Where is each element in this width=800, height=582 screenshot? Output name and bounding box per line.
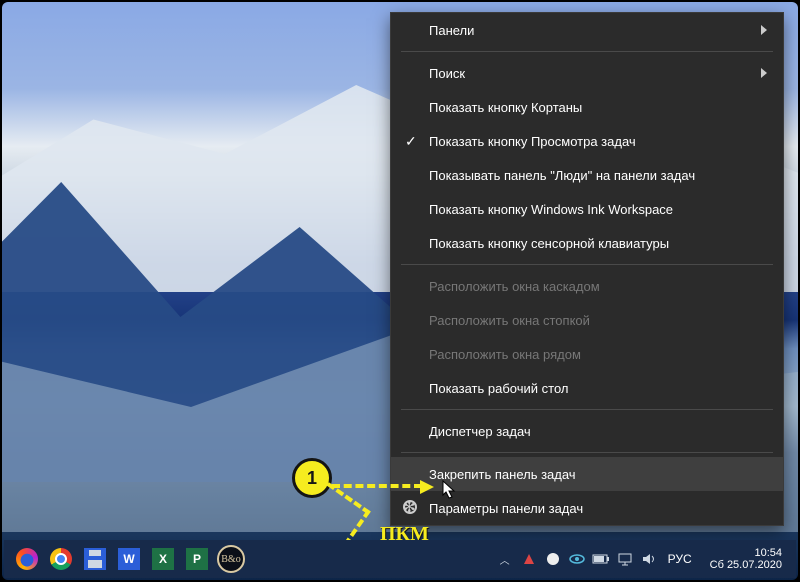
triangle-icon [522,552,536,566]
menu-item-stack: Расположить окна стопкой [391,303,783,337]
taskbar-app-chrome[interactable] [46,544,76,574]
menu-label: Расположить окна стопкой [429,313,590,328]
menu-item-show-desktop[interactable]: Показать рабочий стол [391,371,783,405]
menu-item-cortana[interactable]: Показать кнопку Кортаны [391,90,783,124]
firefox-icon [16,548,38,570]
menu-item-task-manager[interactable]: Диспетчер задач [391,414,783,448]
tray-icon[interactable] [544,550,562,568]
taskbar-app-word[interactable]: W [114,544,144,574]
menu-item-taskview[interactable]: Показать кнопку Просмотра задач [391,124,783,158]
menu-label: Диспетчер задач [429,424,531,439]
menu-label: Расположить окна каскадом [429,279,600,294]
taskbar-context-menu: Панели Поиск Показать кнопку Кортаны Пок… [390,12,784,526]
battery-icon [592,554,610,564]
menu-item-ink[interactable]: Показать кнопку Windows Ink Workspace [391,192,783,226]
menu-label: Показывать панель "Люди" на панели задач [429,168,695,183]
app-icon [546,552,560,566]
tray-battery[interactable] [592,550,610,568]
menu-label: Панели [429,23,474,38]
menu-item-taskbar-settings[interactable]: Параметры панели задач [391,491,783,525]
tray-network[interactable] [616,550,634,568]
menu-separator [401,409,773,410]
taskbar[interactable]: W X P B&o ︿ РУС 10:54 Сб 25.07.2020 [4,540,796,578]
excel-icon: X [152,548,174,570]
menu-label: Показать кнопку сенсорной клавиатуры [429,236,669,251]
tray-icon[interactable] [568,550,586,568]
menu-item-search[interactable]: Поиск [391,56,783,90]
taskbar-app-excel[interactable]: X [148,544,178,574]
word-icon: W [118,548,140,570]
tray-volume[interactable] [640,550,658,568]
menu-item-sidebyside: Расположить окна рядом [391,337,783,371]
system-tray: ︿ РУС 10:54 Сб 25.07.2020 [496,547,796,571]
taskbar-app-publisher[interactable]: P [182,544,212,574]
menu-label: Показать кнопку Windows Ink Workspace [429,202,673,217]
bo-icon: B&o [217,545,245,573]
menu-separator [401,452,773,453]
menu-separator [401,264,773,265]
menu-label: Поиск [429,66,465,81]
eye-icon [569,554,585,564]
menu-label: Закрепить панель задач [429,467,576,482]
menu-item-cascade: Расположить окна каскадом [391,269,783,303]
tray-overflow-button[interactable]: ︿ [496,550,514,568]
taskbar-app-bo[interactable]: B&o [216,544,246,574]
tray-language[interactable]: РУС [664,552,696,566]
menu-item-toolbars[interactable]: Панели [391,13,783,47]
clock-time: 10:54 [754,547,782,559]
volume-icon [641,552,657,566]
network-icon [617,552,633,566]
annotation-arrow-icon [332,484,422,488]
menu-label: Параметры панели задач [429,501,583,516]
clock-date: Сб 25.07.2020 [710,559,782,571]
chrome-icon [50,548,72,570]
floppy-icon [84,548,106,570]
taskbar-app-save[interactable] [80,544,110,574]
menu-label: Показать кнопку Кортаны [429,100,582,115]
tray-clock[interactable]: 10:54 Сб 25.07.2020 [702,547,790,571]
taskbar-left: W X P B&o [4,544,246,574]
menu-label: Показать кнопку Просмотра задач [429,134,636,149]
screenshot-frame: Панели Поиск Показать кнопку Кортаны Пок… [0,0,800,582]
menu-item-people[interactable]: Показывать панель "Люди" на панели задач [391,158,783,192]
menu-label: Расположить окна рядом [429,347,581,362]
menu-item-touchkb[interactable]: Показать кнопку сенсорной клавиатуры [391,226,783,260]
menu-separator [401,51,773,52]
tray-icon[interactable] [520,550,538,568]
menu-item-lock-taskbar[interactable]: Закрепить панель задач [391,457,783,491]
taskbar-app-firefox[interactable] [12,544,42,574]
menu-label: Показать рабочий стол [429,381,568,396]
publisher-icon: P [186,548,208,570]
